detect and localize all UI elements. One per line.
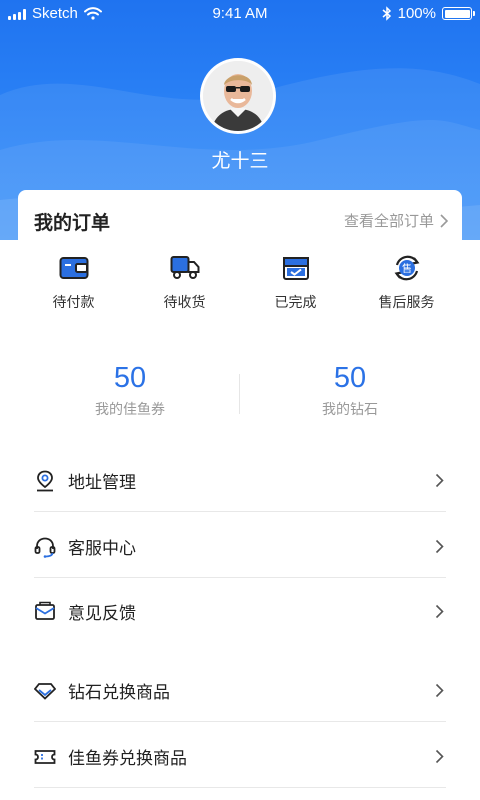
headset-icon xyxy=(34,536,56,558)
view-all-orders-label: 查看全部订单 xyxy=(343,212,434,230)
chevron-right-icon xyxy=(432,748,446,766)
coupon-label: 我的佳鱼券 xyxy=(95,402,165,418)
order-after-sale[interactable]: 售 售后服务 xyxy=(351,252,462,312)
chevron-right-icon xyxy=(432,538,446,556)
menu-item-customer-service[interactable]: 客服中心 xyxy=(34,516,446,578)
menu-item-diamond-exchange[interactable]: 钻石兑换商品 xyxy=(34,660,446,722)
after-sale-icon: 售 xyxy=(391,252,423,284)
location-icon xyxy=(34,470,56,492)
coupon-stat[interactable]: 50 我的佳鱼券 xyxy=(10,362,250,419)
status-bar: Sketch 9:41 AM 100% xyxy=(0,0,480,28)
avatar-photo xyxy=(203,61,273,131)
chevron-right-icon xyxy=(432,472,446,490)
chevron-right-icon xyxy=(432,602,446,620)
order-status-row: 待付款 待收货 已完成 售 售后服务 xyxy=(18,252,462,312)
menu-label-diamond-exchange: 钻石兑换商品 xyxy=(68,683,170,703)
menu-label-feedback: 意见反馈 xyxy=(68,603,136,624)
wallet-icon xyxy=(58,252,90,284)
username: 尤十三 xyxy=(211,150,269,172)
svg-text:售: 售 xyxy=(402,262,412,275)
orders-card: 我的订单 查看全部订单 待付款 待收货 已完成 售 售后服务 xyxy=(18,190,462,320)
menu-item-feedback[interactable]: 意见反馈 xyxy=(34,580,446,642)
menu-label-address: 地址管理 xyxy=(68,473,136,493)
battery-icon xyxy=(442,7,475,20)
order-pending-receipt-label: 待收货 xyxy=(163,295,206,311)
order-pending-payment[interactable]: 待付款 xyxy=(18,252,129,312)
menu-item-address[interactable]: 地址管理 xyxy=(34,450,446,512)
order-pending-receipt[interactable]: 待收货 xyxy=(129,252,240,312)
chevron-right-icon xyxy=(440,213,448,228)
ticket-icon xyxy=(34,746,56,768)
diamond-count: 50 xyxy=(333,362,367,394)
order-completed[interactable]: 已完成 xyxy=(240,252,351,312)
menu-label-coupon-exchange: 佳鱼券兑换商品 xyxy=(68,749,187,769)
diamond-label: 我的钻石 xyxy=(322,402,378,418)
order-after-sale-label: 售后服务 xyxy=(378,295,435,311)
bluetooth-icon xyxy=(382,6,391,21)
chevron-right-icon xyxy=(432,682,446,700)
battery-percent: 100% xyxy=(397,5,436,22)
coupon-count: 50 xyxy=(113,362,147,394)
avatar[interactable] xyxy=(200,58,276,134)
order-completed-label: 已完成 xyxy=(274,295,317,311)
box-check-icon xyxy=(280,252,312,284)
assets-stats: 50 我的佳鱼券 50 我的钻石 xyxy=(0,362,480,432)
diamond-icon xyxy=(34,680,56,702)
menu-label-customer-service: 客服中心 xyxy=(68,539,136,559)
orders-title: 我的订单 xyxy=(34,212,111,234)
menu-item-coupon-exchange[interactable]: 佳鱼券兑换商品 xyxy=(34,726,446,788)
truck-icon xyxy=(169,252,201,284)
mail-icon xyxy=(34,600,56,622)
diamond-stat[interactable]: 50 我的钻石 xyxy=(230,362,470,419)
order-pending-payment-label: 待付款 xyxy=(52,295,95,311)
status-right: 100% xyxy=(382,5,475,22)
view-all-orders-link[interactable]: 查看全部订单 xyxy=(344,210,448,231)
